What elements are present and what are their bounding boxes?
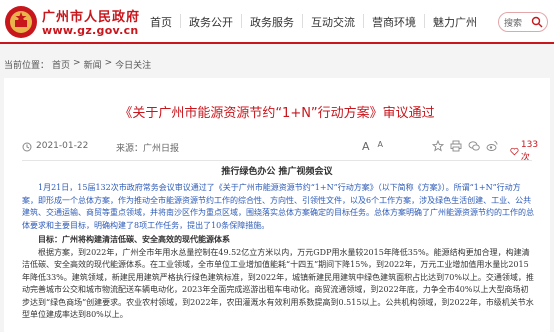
breadcrumb-separator: > <box>104 58 113 68</box>
print-icon[interactable] <box>450 140 462 152</box>
paragraph-intro: 1月21日，15届132次市政府常务会议审议通过了《关于广州市能源资源节约“1+… <box>22 183 534 230</box>
breadcrumb: 当前位置： 首页 > 新闻 > 今日关注 <box>4 58 151 71</box>
nav-divider <box>363 14 364 28</box>
nav-item-government-affairs[interactable]: 政务公开 <box>189 14 233 30</box>
breadcrumb-separator: > <box>73 58 81 68</box>
nav-divider <box>180 14 181 28</box>
breadcrumb-bar: 当前位置： 首页 > 新闻 > 今日关注 <box>0 54 554 74</box>
breadcrumb-news[interactable]: 新闻 <box>84 58 102 71</box>
nav-item-home[interactable]: 首页 <box>150 14 172 30</box>
wechat-share-icon[interactable] <box>468 140 480 152</box>
article-body: 1月21日，15届132次市政府常务会议审议通过了《关于广州市能源资源节约“1+… <box>22 182 534 323</box>
nav-item-business-environment[interactable]: 营商环境 <box>372 14 416 30</box>
meta-divider <box>22 160 532 161</box>
article-meta: 2021-01-22 来源：广州日报 A A 133次 <box>22 140 542 163</box>
publish-date: 2021-01-22 <box>36 141 89 151</box>
section-heading-goals: 目标：广州将构建清洁低碳、安全高效的现代能源体系 <box>38 234 230 244</box>
nav-divider <box>302 14 303 28</box>
nav-item-government-services[interactable]: 政务服务 <box>250 14 294 30</box>
weibo-share-icon[interactable] <box>486 140 498 152</box>
search-icon[interactable] <box>531 16 543 28</box>
site-name[interactable]: 广州市人民政府 <box>42 6 140 25</box>
main-nav: 首页 政务公开 政务服务 互动交流 营商环境 魅力广州 <box>150 14 477 30</box>
favorite-icon[interactable] <box>432 140 444 152</box>
heart-icon <box>510 147 519 156</box>
article-title: 《关于广州市能源资源节约“1+N”行动方案》审议通过 <box>119 106 435 121</box>
clock-icon <box>22 142 32 152</box>
nav-item-interaction[interactable]: 互动交流 <box>311 14 355 30</box>
source-label: 来源： <box>116 144 144 154</box>
site-url[interactable]: www.gz.gov.cn <box>42 24 139 37</box>
nav-item-charm-guangzhou[interactable]: 魅力广州 <box>433 14 477 30</box>
search-box[interactable]: 搜索 <box>498 12 548 32</box>
article-source: 来源：广州日报 <box>116 141 179 154</box>
font-size-controls: A A <box>362 140 383 153</box>
share-bar <box>432 140 498 152</box>
article-subhead: 推行绿色办公 推广视频会议 <box>221 167 333 177</box>
breadcrumb-home[interactable]: 首页 <box>52 58 70 71</box>
article-panel: 《关于广州市能源资源节约“1+N”行动方案》审议通过 2021-01-22 来源… <box>4 78 550 332</box>
national-emblem-icon[interactable] <box>4 5 38 39</box>
nav-divider <box>424 14 425 28</box>
search-label: 搜索 <box>504 18 523 29</box>
nav-divider <box>241 14 242 28</box>
breadcrumb-today-focus[interactable]: 今日关注 <box>115 58 151 71</box>
font-size-large-button[interactable]: A <box>362 140 370 153</box>
site-header: 广州市人民政府 www.gz.gov.cn 首页 政务公开 政务服务 互动交流 … <box>0 0 554 44</box>
source-name: 广州日报 <box>143 144 180 154</box>
breadcrumb-prefix: 当前位置： <box>4 61 50 71</box>
paragraph-goals: 根据方案，到2022年，广州全市年用水总量控制在49.52亿立方米以内，万元GD… <box>22 247 534 320</box>
font-size-small-button[interactable]: A <box>378 140 383 153</box>
